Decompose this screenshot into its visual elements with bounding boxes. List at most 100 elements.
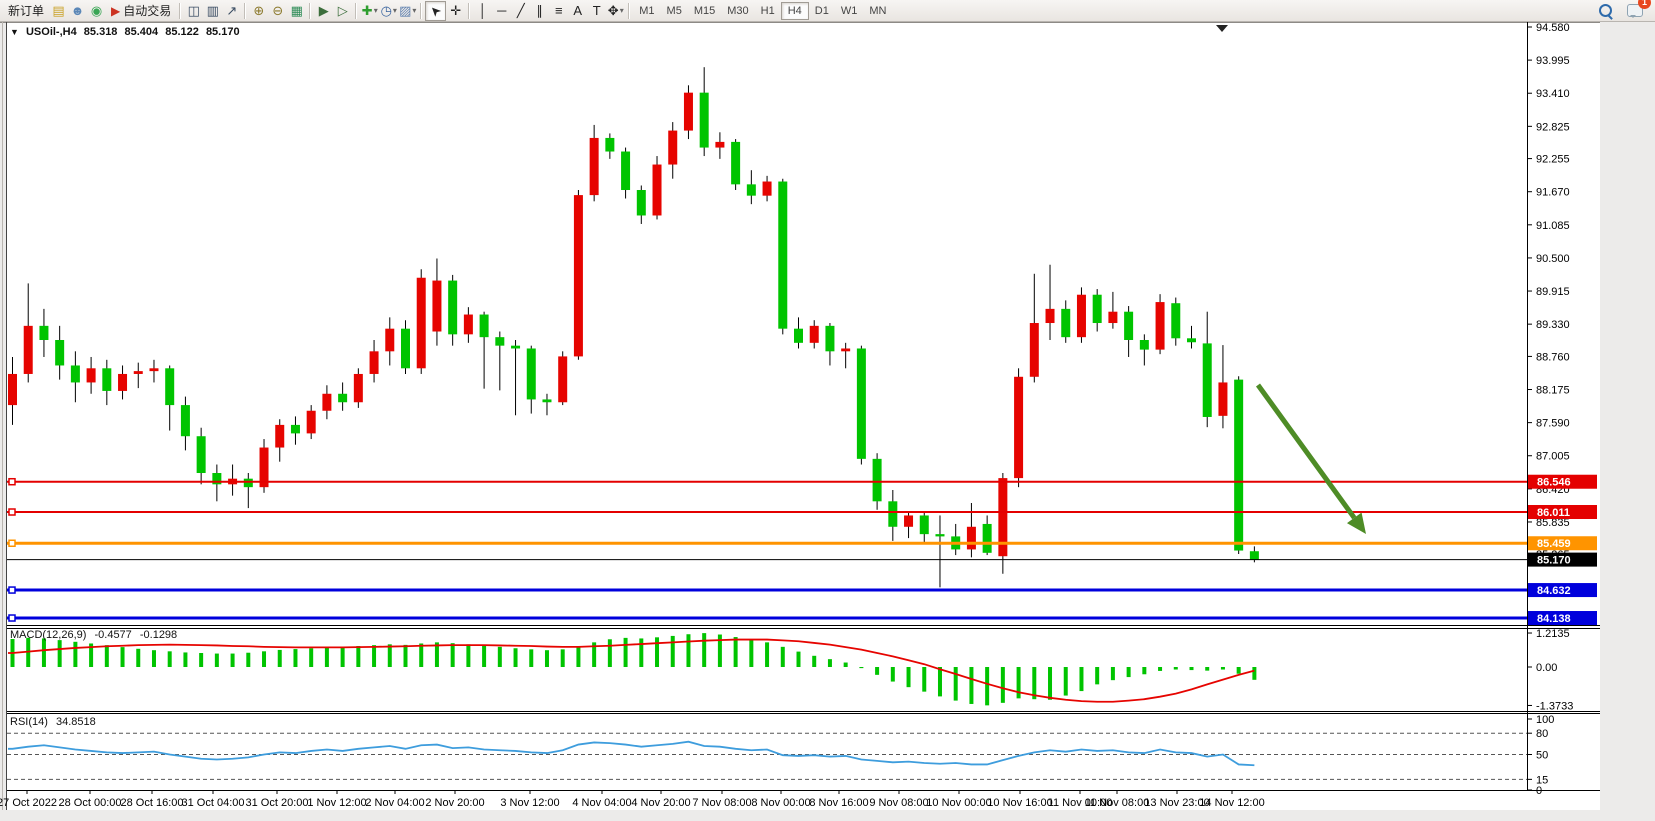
chart-shift-icon[interactable]: ▷ [333, 2, 352, 20]
macd-histogram-bar [1048, 667, 1052, 700]
zoom-in-icon[interactable]: ⊕ [249, 2, 268, 20]
support-blue-2-handle[interactable] [9, 615, 15, 621]
chart-window-icon[interactable]: ▤ [49, 2, 68, 20]
toolbar-separator [244, 3, 246, 19]
templates-button[interactable]: ▨▾ [398, 2, 417, 20]
support-blue-1-handle[interactable] [9, 587, 15, 593]
search-icon[interactable] [1596, 2, 1615, 20]
chart-canvas[interactable]: 94.58093.99593.41092.82592.25591.67091.0… [0, 22, 1655, 821]
macd-histogram-bar [372, 645, 376, 667]
new-chart-button[interactable]: ✚▾ [360, 2, 379, 20]
macd-histogram-bar [1111, 667, 1115, 680]
time-tick-label: 8 Nov 16:00 [809, 797, 868, 809]
svg-text:86.011: 86.011 [1537, 507, 1570, 519]
profile-icon-glyph: ☻ [71, 2, 85, 20]
macd-histogram-bar [215, 654, 219, 667]
bar-chart-icon[interactable]: ◫ [184, 2, 203, 20]
macd-histogram-bar [199, 653, 203, 667]
macd-histogram-bar [529, 649, 533, 667]
tile-windows-icon[interactable]: ▦ [287, 2, 306, 20]
tf-h4[interactable]: H4 [781, 2, 809, 20]
new-chart-button-caret[interactable]: ▾ [374, 2, 378, 20]
text-icon[interactable]: A [568, 2, 587, 20]
equidistant-channel-icon[interactable]: ∥ [530, 2, 549, 20]
arrows-icon-caret[interactable]: ▾ [620, 2, 624, 20]
tf-d1[interactable]: D1 [809, 3, 835, 19]
rsi-indicator-header: RSI(14) 34.8518 [10, 716, 101, 728]
crosshair-icon[interactable]: ✛ [446, 2, 465, 20]
candle [385, 329, 394, 352]
macd-histogram-bar [608, 639, 612, 667]
arrows-icon[interactable]: ✥▾ [606, 2, 625, 20]
collapse-icon[interactable]: ▼ [10, 27, 19, 37]
templates-button-caret[interactable]: ▾ [412, 2, 416, 20]
macd-histogram-bar [1205, 667, 1209, 671]
horizontal-line-icon[interactable]: ─ [492, 2, 511, 20]
tf-m30[interactable]: M30 [721, 3, 754, 19]
macd-histogram-bar [985, 667, 989, 705]
zoom-out-icon[interactable]: ⊖ [268, 2, 287, 20]
text-label-icon-glyph: T [593, 2, 601, 20]
new-order-button[interactable]: 新订单 [3, 1, 49, 20]
tf-m15[interactable]: M15 [688, 3, 721, 19]
vertical-line-icon[interactable]: │ [473, 2, 492, 20]
price-tick-label: 88.175 [1536, 385, 1570, 397]
macd-histogram-bar [891, 667, 895, 682]
macd-histogram-bar [466, 644, 470, 667]
line-chart-icon[interactable]: ↗ [222, 2, 241, 20]
macd-histogram-bar [121, 647, 125, 667]
chat-icon[interactable]: 1 [1625, 2, 1644, 20]
fibonacci-icon[interactable]: ≡ [549, 2, 568, 20]
macd-histogram-bar [828, 659, 832, 667]
tf-m5[interactable]: M5 [661, 3, 688, 19]
cursor-icon[interactable]: ➤ [425, 1, 446, 21]
candle [149, 368, 158, 371]
candle [87, 368, 96, 382]
macd-histogram-bar [262, 651, 266, 667]
candle [904, 515, 913, 526]
resistance-1-handle[interactable] [9, 479, 15, 485]
macd-histogram-bar [1127, 667, 1131, 677]
candle [1061, 309, 1070, 337]
tf-w1[interactable]: W1 [835, 3, 864, 19]
candle [432, 281, 441, 332]
macd-histogram-bar [938, 667, 942, 696]
candle [747, 184, 756, 195]
candle [920, 515, 929, 534]
trendline-icon-glyph: ╱ [517, 2, 525, 20]
macd-histogram-bar [1095, 667, 1099, 684]
auto-scroll-icon[interactable]: ▶ [314, 2, 333, 20]
macd-histogram-bar [576, 646, 580, 667]
price-tick-label: 89.915 [1536, 286, 1570, 298]
toolbar-separator [355, 3, 357, 19]
resistance-2-handle[interactable] [9, 509, 15, 515]
macd-histogram-bar [246, 653, 250, 667]
trendline-icon[interactable]: ╱ [511, 2, 530, 20]
candle [558, 356, 567, 402]
new-chart-glyph: ✚ [362, 2, 373, 20]
macd-histogram-bar [797, 652, 801, 667]
macd-scale-label: 0.00 [1536, 662, 1557, 674]
auto-trading-button[interactable]: ▶自动交易 [106, 1, 176, 20]
candle [307, 411, 316, 434]
time-tick-label: 10 Nov 16:00 [987, 797, 1052, 809]
tf-h1[interactable]: H1 [755, 3, 781, 19]
candle [653, 165, 662, 216]
macd-histogram-bar [1237, 667, 1241, 674]
tf-mn[interactable]: MN [863, 3, 892, 19]
profile-icon[interactable]: ☻ [68, 2, 87, 20]
periods-button[interactable]: ◷▾ [379, 2, 398, 20]
tf-m1[interactable]: M1 [633, 3, 660, 19]
macd-histogram-bar [293, 649, 297, 667]
macd-histogram-bar [42, 638, 46, 667]
support-orange-handle[interactable] [9, 540, 15, 546]
macd-histogram-bar [168, 651, 172, 667]
time-tick-label: 31 Oct 04:00 [182, 797, 245, 809]
signals-icon[interactable]: ◉ [87, 2, 106, 20]
macd-histogram-bar [639, 638, 643, 667]
periods-button-caret[interactable]: ▾ [393, 2, 397, 20]
candle [102, 368, 111, 391]
candlestick-icon[interactable]: ▥ [203, 2, 222, 20]
text-label-icon[interactable]: T [587, 2, 606, 20]
toolbar: 新订单▤☻◉▶自动交易◫▥↗⊕⊖▦▶▷✚▾◷▾▨▾➤✛│─╱∥≡AT✥▾M1M5… [0, 0, 1655, 22]
